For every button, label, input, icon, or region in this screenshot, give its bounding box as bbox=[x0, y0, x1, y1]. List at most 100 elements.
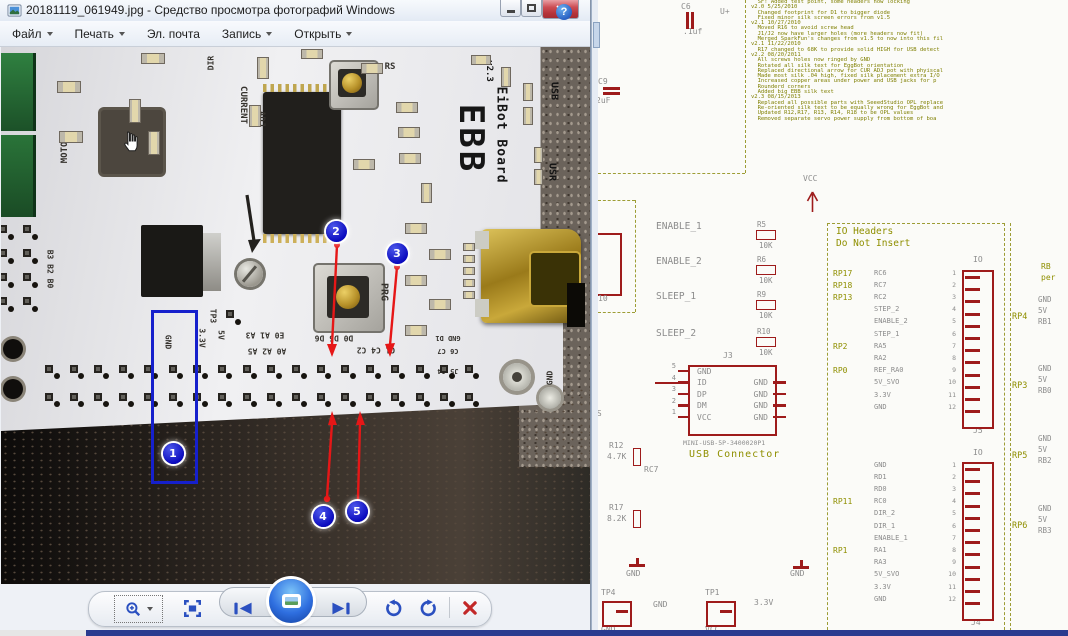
pin-stub bbox=[965, 312, 980, 316]
ref-label: R6 bbox=[757, 255, 767, 264]
previous-icon bbox=[234, 602, 252, 614]
mounting-hole bbox=[3, 379, 23, 399]
rp-label: RP4 bbox=[1012, 312, 1028, 322]
title-bar[interactable]: 20181119_061949.jpg - Средство просмотра… bbox=[0, 0, 590, 22]
smd-component bbox=[141, 53, 165, 64]
annotation-marker-4: 4 bbox=[312, 505, 334, 527]
pin-stub bbox=[678, 392, 688, 396]
signal-label: ENABLE_2 bbox=[874, 317, 908, 326]
menu-item-2[interactable]: Печать bbox=[75, 27, 125, 41]
value-label: 10K bbox=[759, 348, 773, 357]
net-label: GND bbox=[1038, 364, 1052, 373]
pin-name: GND bbox=[753, 378, 768, 387]
smd-component bbox=[463, 255, 475, 263]
pin-number: 11 bbox=[948, 390, 956, 399]
smd-component bbox=[301, 49, 323, 59]
capacitor-plate bbox=[691, 12, 694, 29]
rp-label: RP2 bbox=[833, 341, 848, 351]
resistor-R10 bbox=[756, 337, 776, 347]
smd-component bbox=[59, 131, 83, 143]
menu-item-label: Эл. почта bbox=[146, 26, 200, 41]
zoom-button[interactable] bbox=[114, 595, 163, 623]
pin-stub bbox=[965, 468, 980, 471]
pin-number: 5 bbox=[671, 362, 676, 370]
menu-item-1[interactable]: Файл bbox=[12, 27, 53, 41]
schematic-label-r17_value: 8.2K bbox=[607, 514, 627, 523]
dashed-frame bbox=[635, 200, 636, 312]
smd-component bbox=[523, 107, 533, 125]
taskbar-edge[interactable] bbox=[86, 630, 1068, 636]
signal-label: RC2 bbox=[874, 292, 887, 301]
signal-label: RA2 bbox=[874, 353, 887, 362]
menu-item-4[interactable]: Запись bbox=[221, 26, 273, 41]
gnd-pad bbox=[503, 363, 531, 391]
pin-name: DP bbox=[697, 389, 707, 399]
rp-label: RP0 bbox=[833, 366, 848, 376]
toolbar bbox=[1, 579, 590, 630]
rotate-cw-button[interactable] bbox=[418, 598, 438, 618]
pin-number: 3 bbox=[952, 292, 956, 301]
resistor-R9 bbox=[756, 300, 776, 310]
menu-item-label: Файл bbox=[12, 26, 42, 41]
minimize-icon bbox=[506, 9, 515, 13]
usb-shadow bbox=[567, 283, 585, 327]
maximize-button[interactable] bbox=[521, 0, 542, 17]
smd-component bbox=[501, 67, 511, 87]
value-label: 10K bbox=[759, 241, 773, 250]
menu-item-3[interactable]: Эл. почта bbox=[147, 27, 200, 41]
smd-component bbox=[405, 325, 427, 336]
pin-number: 7 bbox=[952, 341, 956, 350]
dashed-frame bbox=[745, 0, 746, 173]
pin-number: 7 bbox=[952, 533, 956, 542]
value-label: 10K bbox=[759, 276, 773, 285]
signal-label: RD1 bbox=[874, 472, 887, 481]
signal-label: RA5 bbox=[874, 341, 887, 350]
ref-label: R9 bbox=[757, 290, 767, 299]
scrollbar-thumb[interactable] bbox=[593, 22, 600, 48]
usb-tab bbox=[475, 231, 489, 249]
fit-button[interactable] bbox=[180, 597, 204, 619]
signal-label: STEP_2 bbox=[874, 305, 900, 314]
signal-label: ENABLE_1 bbox=[874, 533, 908, 542]
pin-name: DM bbox=[697, 401, 707, 410]
net-label: RB2 bbox=[1038, 456, 1052, 465]
rotate-ccw-button[interactable] bbox=[383, 598, 403, 618]
smd-component bbox=[129, 99, 141, 123]
menu-item-5[interactable]: Открыть bbox=[294, 27, 353, 41]
signal-label: GND bbox=[874, 460, 887, 469]
resistor-R17 bbox=[633, 510, 641, 528]
rp-label: RP13 bbox=[833, 292, 853, 302]
pin-stub bbox=[965, 504, 980, 508]
pin-stub bbox=[773, 404, 786, 407]
smd-component bbox=[353, 159, 375, 170]
pin-number: 1 bbox=[671, 408, 676, 416]
signal-label: 5V_SVO bbox=[874, 570, 900, 579]
slideshow-button[interactable] bbox=[269, 579, 313, 623]
pin-stub bbox=[965, 324, 980, 328]
silk-v5: 5V bbox=[216, 330, 226, 340]
pin-stub bbox=[678, 404, 688, 407]
annotation-marker-2: 2 bbox=[325, 220, 347, 242]
pin-stub bbox=[965, 288, 980, 292]
menu-item-label: Запись bbox=[221, 26, 262, 41]
pin-stub bbox=[773, 392, 786, 396]
next-button[interactable] bbox=[329, 600, 353, 616]
pin-stub bbox=[965, 577, 980, 581]
pin-number: 2 bbox=[952, 472, 956, 481]
toolbar-divider bbox=[449, 597, 450, 618]
pin-stub bbox=[678, 415, 688, 419]
minimize-button[interactable] bbox=[500, 0, 521, 17]
signal-label: 3.3V bbox=[874, 390, 891, 399]
scrollbar-strip[interactable] bbox=[591, 0, 600, 636]
previous-button[interactable] bbox=[231, 600, 255, 616]
delete-button[interactable] bbox=[460, 598, 480, 618]
pin-stub bbox=[965, 385, 980, 389]
pin-stub bbox=[965, 553, 980, 557]
menu-bar: Файл Печать Эл. почта Запись Открыть bbox=[0, 21, 590, 47]
pin-number: 2 bbox=[952, 280, 956, 289]
ref-label: R10 bbox=[757, 327, 771, 336]
schematic-label-rb_cut: RB bbox=[1041, 262, 1051, 271]
pin-number: 5 bbox=[952, 317, 956, 326]
pin-stub bbox=[965, 516, 980, 520]
help-icon[interactable]: ? bbox=[556, 4, 572, 20]
